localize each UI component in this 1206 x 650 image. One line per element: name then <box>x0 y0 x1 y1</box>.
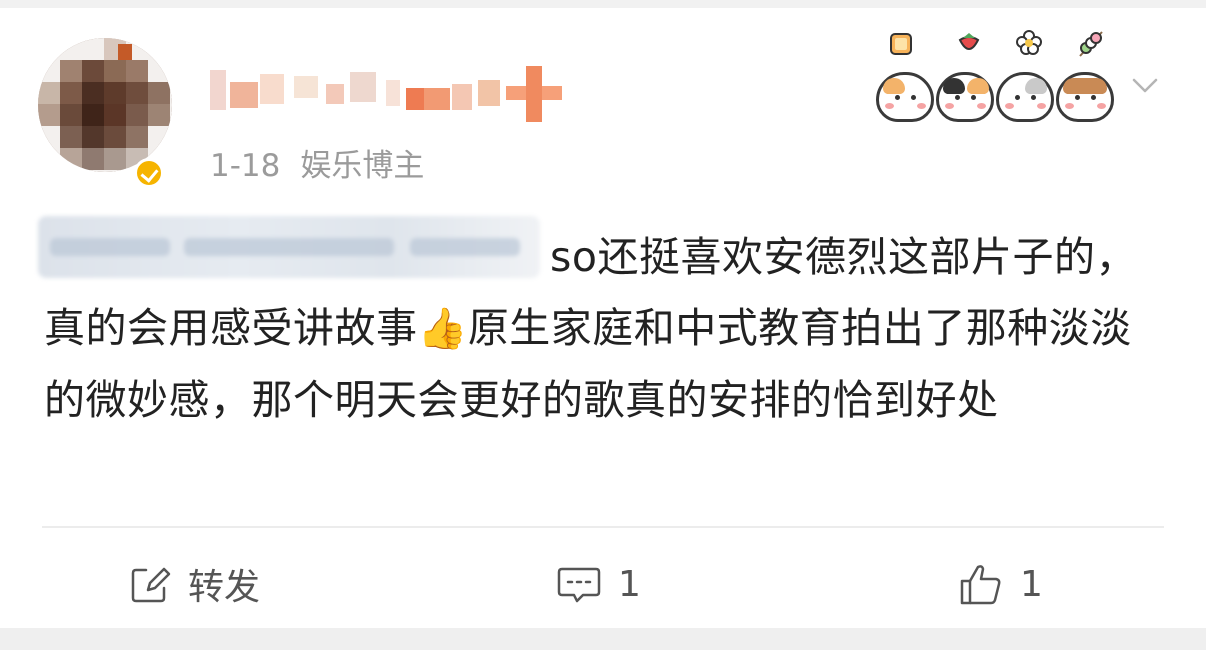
cat-sticker <box>996 72 1054 122</box>
post-meta: 1-18 娱乐博主 <box>210 140 424 185</box>
card-decoration <box>872 20 1122 122</box>
cat-sticker <box>1056 72 1114 122</box>
dango-icon <box>1079 31 1103 57</box>
post-body: so还挺喜欢安德烈这部片子的，真的会用感受讲故事👍原生家庭和中式教育拍出了那种淡… <box>44 222 1164 436</box>
comment-bubble-icon <box>557 567 601 603</box>
avatar[interactable] <box>38 38 172 172</box>
repost-button[interactable]: 转发 <box>128 554 260 614</box>
action-bar: 转发 1 1 <box>0 548 1206 618</box>
post-time: 1-18 <box>210 148 281 184</box>
username[interactable] <box>210 66 570 122</box>
share-edit-icon <box>131 567 171 603</box>
thumbs-up-emoji: 👍 <box>417 306 468 352</box>
repost-label: 转发 <box>188 567 261 608</box>
divider <box>42 526 1164 528</box>
strawberry-icon <box>958 33 980 50</box>
like-count: 1 <box>1020 563 1043 605</box>
verified-badge-icon <box>134 158 164 188</box>
user-tag: 娱乐博主 <box>300 148 425 184</box>
post-card: 1-18 娱乐博主 so还挺喜欢安德烈这部片子的，真的会用感受讲故事👍原生家庭和… <box>0 8 1206 628</box>
bottom-strip <box>0 628 1206 650</box>
comment-count: 1 <box>618 563 641 605</box>
cat-sticker <box>876 72 934 122</box>
top-strip <box>0 0 1206 8</box>
like-button[interactable]: 1 <box>958 554 1043 614</box>
cat-sticker <box>936 72 994 122</box>
comment-button[interactable]: 1 <box>556 554 641 614</box>
flower-icon <box>1016 30 1042 55</box>
chevron-down-icon[interactable] <box>1130 70 1160 100</box>
toast-icon <box>890 33 912 55</box>
thumbs-up-icon <box>960 565 1001 605</box>
